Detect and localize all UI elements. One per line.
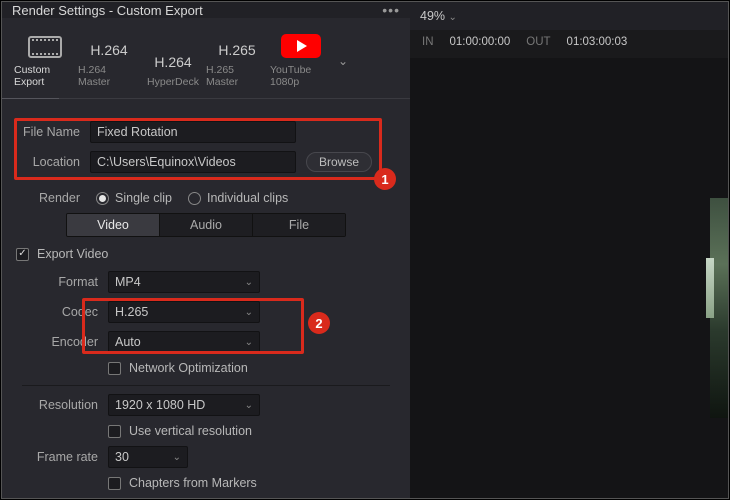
filename-input[interactable]: Fixed Rotation xyxy=(90,121,296,143)
preset-youtube-1080p[interactable]: YouTube 1080p xyxy=(270,34,332,88)
tab-video[interactable]: Video xyxy=(67,214,160,236)
checkbox-off-icon xyxy=(108,425,121,438)
zoom-dropdown[interactable]: 49% ⌄ xyxy=(420,9,457,23)
framerate-select[interactable]: 30⌄ xyxy=(108,446,188,468)
panel-menu-icon[interactable]: ••• xyxy=(382,2,400,18)
render-single-clip-radio[interactable]: Single clip xyxy=(96,191,172,205)
timecode-bar: IN 01:00:00:00 OUT 01:03:00:03 xyxy=(410,30,728,54)
checkbox-on-icon xyxy=(16,248,29,261)
render-individual-clips-radio[interactable]: Individual clips xyxy=(188,191,288,205)
radio-on-icon xyxy=(96,192,109,205)
preview-viewer[interactable] xyxy=(410,58,728,498)
filmstrip-icon xyxy=(28,36,62,58)
preset-scroll-right-icon[interactable]: ⌄ xyxy=(334,54,352,68)
format-select[interactable]: MP4⌄ xyxy=(108,271,260,293)
chevron-down-icon: ⌄ xyxy=(245,307,253,318)
youtube-icon xyxy=(281,34,321,58)
preset-custom-export[interactable]: Custom Export xyxy=(14,36,76,88)
preset-row: Custom Export H.264 H.264 Master H.264 H… xyxy=(2,18,410,98)
encoder-select[interactable]: Auto⌄ xyxy=(108,331,260,353)
framerate-label: Frame rate xyxy=(36,450,98,464)
preview-panel: 49% ⌄ IN 01:00:00:00 OUT 01:03:00:03 xyxy=(410,2,728,498)
export-video-checkbox[interactable]: Export Video xyxy=(16,247,108,261)
chevron-down-icon: ⌄ xyxy=(449,12,457,23)
chapters-from-markers-checkbox[interactable]: Chapters from Markers xyxy=(108,476,257,490)
resolution-select[interactable]: 1920 x 1080 HD⌄ xyxy=(108,394,260,416)
codec-select[interactable]: H.265⌄ xyxy=(108,301,260,323)
resolution-label: Resolution xyxy=(36,398,98,412)
preview-image-sliver xyxy=(710,198,728,418)
checkbox-off-icon xyxy=(108,362,121,375)
panel-title: Render Settings - Custom Export xyxy=(12,3,203,18)
preset-h264-master[interactable]: H.264 H.264 Master xyxy=(78,42,140,88)
tab-file[interactable]: File xyxy=(253,214,345,236)
tab-audio[interactable]: Audio xyxy=(160,214,253,236)
vertical-resolution-checkbox[interactable]: Use vertical resolution xyxy=(108,424,252,438)
chevron-down-icon: ⌄ xyxy=(173,452,181,463)
preset-h265-master[interactable]: H.265 H.265 Master xyxy=(206,42,268,88)
preview-header: 49% ⌄ xyxy=(410,2,728,30)
divider xyxy=(22,385,390,386)
in-label: IN xyxy=(422,36,434,48)
render-settings-panel: Render Settings - Custom Export ••• Cust… xyxy=(2,2,410,498)
codec-label: Codec xyxy=(36,305,98,319)
filename-label: File Name xyxy=(16,125,80,139)
in-timecode[interactable]: 01:00:00:00 xyxy=(450,36,511,48)
encoder-label: Encoder xyxy=(36,335,98,349)
checkbox-off-icon xyxy=(108,477,121,490)
location-label: Location xyxy=(16,155,80,169)
out-label: OUT xyxy=(526,36,550,48)
location-input[interactable]: C:\Users\Equinox\Videos xyxy=(90,151,296,173)
format-label: Format xyxy=(36,275,98,289)
chevron-down-icon: ⌄ xyxy=(245,400,253,411)
panel-header: Render Settings - Custom Export ••• xyxy=(2,2,410,18)
radio-off-icon xyxy=(188,192,201,205)
chevron-down-icon: ⌄ xyxy=(245,277,253,288)
preset-hyperdeck[interactable]: H.264 HyperDeck xyxy=(142,54,204,88)
chevron-down-icon: ⌄ xyxy=(245,337,253,348)
network-optimization-checkbox[interactable]: Network Optimization xyxy=(108,361,248,375)
browse-button[interactable]: Browse xyxy=(306,152,372,172)
render-label: Render xyxy=(26,191,80,205)
out-timecode[interactable]: 01:03:00:03 xyxy=(567,36,628,48)
settings-tabs: Video Audio File xyxy=(66,213,346,237)
